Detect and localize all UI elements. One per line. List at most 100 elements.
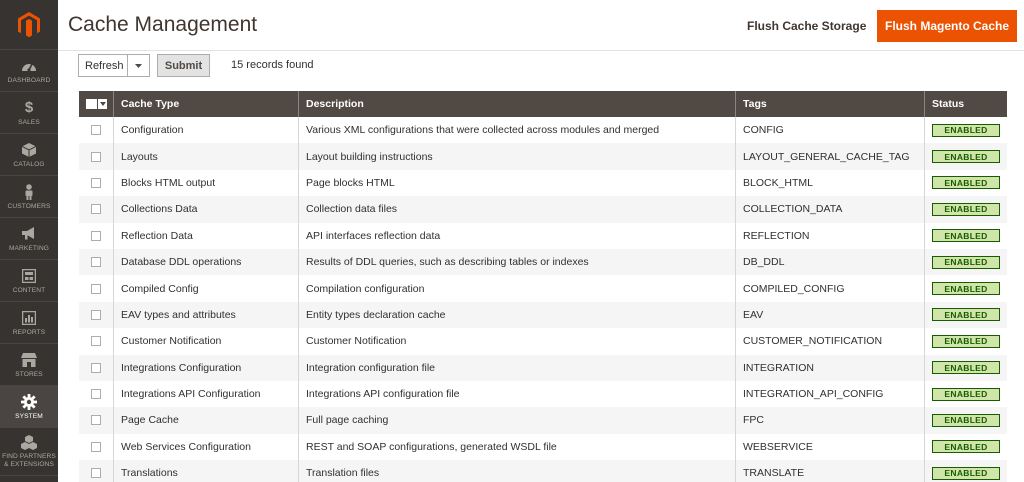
- table-row[interactable]: Layouts Layout building instructions LAYOU…: [79, 143, 1007, 170]
- status-cell: ENABLED: [925, 460, 1007, 482]
- admin-sidebar: DASHBOARD $ SALES CATALOG CUSTOMERS MARK…: [0, 0, 58, 482]
- nav-marketing[interactable]: MARKETING: [0, 218, 58, 260]
- status-badge: ENABLED: [932, 413, 1000, 427]
- tags-cell: WEBSERVICE: [736, 433, 925, 461]
- cache-type-cell: Blocks HTML output: [114, 169, 299, 197]
- table-row[interactable]: Blocks HTML output Page blocks HTML BLOCK_…: [79, 169, 1007, 197]
- row-checkbox[interactable]: [91, 177, 101, 188]
- row-select-cell: [79, 196, 114, 223]
- cache-type-cell: Layouts: [114, 143, 299, 170]
- row-checkbox[interactable]: [91, 151, 101, 162]
- row-select-cell: [79, 222, 114, 249]
- mass-select-checkbox[interactable]: [86, 99, 107, 109]
- table-row[interactable]: Reflection Data API interfaces reflection…: [79, 222, 1007, 249]
- table-row[interactable]: Integrations Configuration Integration co…: [79, 354, 1007, 381]
- status-badge: ENABLED: [932, 202, 1000, 216]
- row-select-cell: [79, 380, 114, 408]
- table-row[interactable]: Configuration Various XML configurations …: [79, 117, 1007, 144]
- row-checkbox[interactable]: [91, 230, 101, 241]
- row-checkbox[interactable]: [91, 468, 101, 479]
- nav-find-partners[interactable]: FIND PARTNERS & EXTENSIONS: [0, 428, 58, 476]
- flush-cache-storage-button[interactable]: Flush Cache Storage: [738, 10, 875, 42]
- row-checkbox[interactable]: [91, 309, 101, 320]
- column-header-tags: Tags: [736, 91, 925, 117]
- magento-logo[interactable]: [0, 0, 58, 50]
- table-row[interactable]: Page Cache Full page caching FPC ENABLED: [79, 407, 1007, 434]
- column-header-cache-type: Cache Type: [114, 91, 299, 117]
- row-select-cell: [79, 169, 114, 197]
- cache-type-cell: Integrations Configuration: [114, 354, 299, 381]
- box-icon: [22, 142, 36, 158]
- row-checkbox[interactable]: [91, 204, 101, 215]
- row-checkbox[interactable]: [91, 125, 101, 136]
- nav-reports-label: REPORTS: [12, 328, 46, 336]
- cache-type-cell: Reflection Data: [114, 222, 299, 249]
- row-checkbox[interactable]: [91, 441, 101, 452]
- nav-system-label: SYSTEM: [15, 412, 43, 420]
- person-icon: [24, 183, 34, 200]
- description-cell: Integrations API configuration file: [299, 380, 736, 408]
- nav-find-partners-label-line1: FIND PARTNERS: [2, 453, 56, 460]
- nav-system[interactable]: SYSTEM: [0, 386, 58, 428]
- row-checkbox[interactable]: [91, 415, 101, 426]
- table-row[interactable]: Translations Translation files TRANSLATE EN…: [79, 460, 1007, 482]
- tags-cell: TRANSLATE: [736, 460, 925, 482]
- submit-button[interactable]: Submit: [157, 54, 210, 77]
- nav-stores[interactable]: STORES: [0, 344, 58, 386]
- nav-catalog[interactable]: CATALOG: [0, 134, 58, 176]
- status-cell: ENABLED: [925, 328, 1007, 354]
- mass-select-arrow-icon[interactable]: [98, 99, 107, 109]
- flush-magento-cache-button[interactable]: Flush Magento Cache: [877, 10, 1017, 42]
- tags-cell: LAYOUT_GENERAL_CACHE_TAG: [736, 143, 925, 170]
- row-checkbox[interactable]: [91, 389, 101, 400]
- row-checkbox[interactable]: [91, 336, 101, 347]
- table-header: Cache Type Description Tags Status: [79, 91, 1007, 117]
- status-badge: ENABLED: [932, 282, 1000, 296]
- row-checkbox[interactable]: [91, 362, 101, 373]
- table-row[interactable]: Integrations API Configuration Integratio…: [79, 380, 1007, 408]
- cache-type-cell: EAV types and attributes: [114, 301, 299, 329]
- description-cell: API interfaces reflection data: [299, 222, 736, 249]
- status-badge: ENABLED: [932, 387, 1000, 401]
- row-checkbox[interactable]: [91, 257, 101, 268]
- tags-cell: CUSTOMER_NOTIFICATION: [736, 328, 925, 355]
- table-row[interactable]: EAV types and attributes Entity types dec…: [79, 301, 1007, 329]
- description-cell: REST and SOAP configurations, generated …: [299, 433, 736, 461]
- table-row[interactable]: Collections Data Collection data files COL…: [79, 196, 1007, 223]
- nav-dashboard[interactable]: DASHBOARD: [0, 50, 58, 92]
- status-badge: ENABLED: [932, 123, 1000, 137]
- cache-type-cell: Collections Data: [114, 196, 299, 223]
- nav-sales-label: SALES: [18, 118, 40, 126]
- description-cell: Compilation configuration: [299, 275, 736, 302]
- chevron-down-icon[interactable]: [127, 55, 149, 76]
- status-badge: ENABLED: [932, 308, 1000, 322]
- status-badge: ENABLED: [932, 361, 1000, 375]
- nav-content[interactable]: CONTENT: [0, 260, 58, 302]
- row-checkbox[interactable]: [91, 283, 101, 294]
- table-row[interactable]: Web Services Configuration REST and SOAP …: [79, 433, 1007, 461]
- cache-type-cell: Customer Notification: [114, 328, 299, 355]
- cache-type-cell: Database DDL operations: [114, 248, 299, 276]
- status-cell: ENABLED: [925, 275, 1007, 301]
- description-cell: Layout building instructions: [299, 143, 736, 170]
- status-badge: ENABLED: [932, 176, 1000, 190]
- nav-sales[interactable]: $ SALES: [0, 92, 58, 134]
- mass-action-select[interactable]: Refresh: [78, 54, 150, 77]
- status-badge: ENABLED: [932, 150, 1000, 164]
- cache-type-cell: Integrations API Configuration: [114, 380, 299, 408]
- megaphone-icon: [21, 226, 37, 242]
- description-cell: Integration configuration file: [299, 354, 736, 381]
- mass-select-box[interactable]: [86, 99, 97, 109]
- row-select-cell: [79, 433, 114, 461]
- table-row[interactable]: Customer Notification Customer Notificati…: [79, 328, 1007, 355]
- description-cell: Results of DDL queries, such as describi…: [299, 248, 736, 276]
- nav-customers[interactable]: CUSTOMERS: [0, 176, 58, 218]
- nav-reports[interactable]: REPORTS: [0, 302, 58, 344]
- table-row[interactable]: Database DDL operations Results of DDL qu…: [79, 248, 1007, 276]
- store-icon: [21, 352, 37, 368]
- table-row[interactable]: Compiled Config Compilation configuration…: [79, 275, 1007, 302]
- description-cell: Collection data files: [299, 196, 736, 223]
- dollar-icon: $: [24, 99, 34, 116]
- cache-type-cell: Compiled Config: [114, 275, 299, 302]
- tags-cell: EAV: [736, 301, 925, 329]
